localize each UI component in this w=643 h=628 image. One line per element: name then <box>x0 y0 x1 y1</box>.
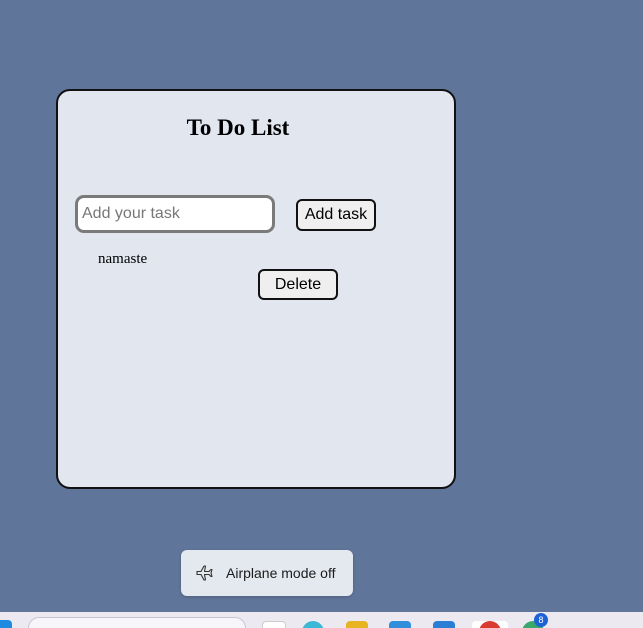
windows-start-icon[interactable] <box>0 620 12 628</box>
task-item-text: namaste <box>98 251 148 267</box>
add-task-button[interactable]: Add task <box>296 199 376 231</box>
chrome-icon[interactable] <box>472 621 508 628</box>
taskbar-search-box[interactable] <box>28 617 246 628</box>
airplane-icon <box>195 564 213 582</box>
edge-icon[interactable]: 8 <box>522 613 548 628</box>
folder-icon[interactable] <box>346 621 368 628</box>
mail-icon[interactable] <box>433 621 455 628</box>
notification-badge: 8 <box>534 613 548 627</box>
page-title: To Do List <box>186 115 290 140</box>
store-icon[interactable] <box>389 621 411 628</box>
file-icon[interactable] <box>262 621 286 628</box>
delete-task-button[interactable]: Delete <box>258 269 338 300</box>
taskbar: 8 <box>0 612 643 628</box>
copilot-icon[interactable] <box>302 621 324 628</box>
notification-text: Airplane mode off <box>226 565 336 581</box>
task-input[interactable] <box>75 195 275 233</box>
airplane-mode-notification[interactable]: Airplane mode off <box>181 550 353 596</box>
todo-card: To Do List Add task namaste Delete <box>56 89 456 489</box>
